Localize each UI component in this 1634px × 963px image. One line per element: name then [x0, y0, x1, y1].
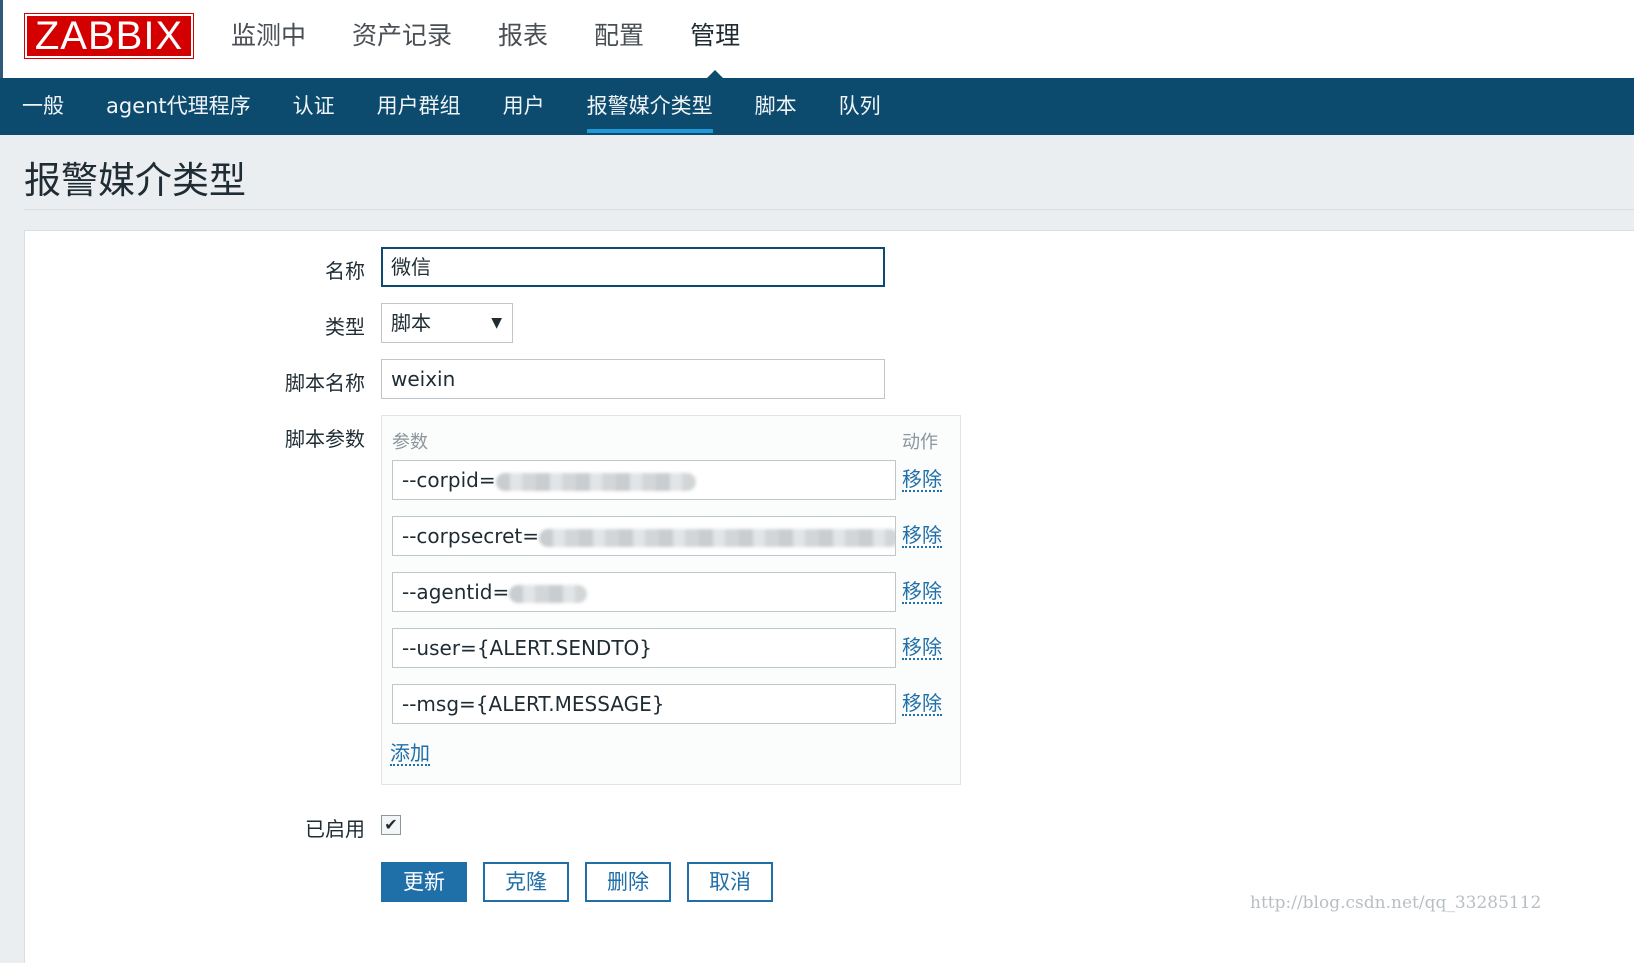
delete-button[interactable]: 删除	[585, 862, 671, 902]
subnav-proxies[interactable]: agent代理程序	[106, 78, 251, 135]
subnav-queue[interactable]: 队列	[839, 78, 881, 135]
subnav-scripts[interactable]: 脚本	[755, 78, 797, 135]
type-select-value: 脚本	[391, 311, 431, 335]
remove-link[interactable]: 移除	[902, 524, 942, 548]
script-name-label: 脚本名称	[285, 371, 365, 395]
checkmark-icon: ✔	[384, 815, 398, 834]
param-input-corpsecret[interactable]: --corpsecret=	[392, 516, 896, 556]
title-divider	[24, 209, 1634, 210]
param-value: --msg={ALERT.MESSAGE}	[402, 692, 665, 716]
page-title: 报警媒介类型	[24, 159, 246, 202]
redacted-value	[509, 584, 588, 603]
top-header: ZABBIX 监测中 资产记录 报表 配置 管理	[0, 0, 1634, 84]
script-params-label: 脚本参数	[285, 427, 365, 451]
remove-link[interactable]: 移除	[902, 580, 942, 604]
script-name-input-value: weixin	[391, 367, 456, 391]
zabbix-logo[interactable]: ZABBIX	[24, 13, 194, 59]
menu-inventory[interactable]: 资产记录	[352, 0, 452, 78]
name-input-value: 微信	[391, 255, 431, 279]
param-input-user[interactable]: --user={ALERT.SENDTO}	[392, 628, 896, 668]
param-input-corpid[interactable]: --corpid=	[392, 460, 896, 500]
dropdown-arrow-icon: ▼	[491, 315, 502, 331]
menu-monitoring[interactable]: 监测中	[231, 0, 306, 78]
param-value: --corpid=	[402, 468, 496, 492]
update-button[interactable]: 更新	[381, 862, 467, 902]
param-value: --agentid=	[402, 580, 510, 604]
media-type-form: 名称 微信 类型 脚本 ▼ 脚本名称 weixin 脚本参数 参数 动作 --c…	[24, 230, 1634, 963]
cancel-button[interactable]: 取消	[687, 862, 773, 902]
menu-reports[interactable]: 报表	[498, 0, 548, 78]
watermark: http://blog.csdn.net/qq_33285112	[1250, 893, 1542, 913]
enabled-checkbox[interactable]: ✔	[381, 815, 401, 835]
enabled-label: 已启用	[305, 817, 365, 841]
action-column-header: 动作	[902, 432, 938, 453]
menu-configuration[interactable]: 配置	[594, 0, 644, 78]
param-input-agentid[interactable]: --agentid=	[392, 572, 896, 612]
type-select[interactable]: 脚本 ▼	[381, 303, 513, 343]
main-menu: 监测中 资产记录 报表 配置 管理	[231, 0, 786, 84]
remove-link[interactable]: 移除	[902, 468, 942, 492]
redacted-value	[495, 472, 696, 491]
subnav-authentication[interactable]: 认证	[293, 78, 335, 135]
params-column-header: 参数	[392, 432, 428, 453]
subnav-general[interactable]: 一般	[22, 78, 64, 135]
remove-link[interactable]: 移除	[902, 692, 942, 716]
subnav-users[interactable]: 用户	[503, 78, 545, 135]
type-label: 类型	[325, 315, 365, 339]
clone-button[interactable]: 克隆	[483, 862, 569, 902]
subnav-user-groups[interactable]: 用户群组	[377, 78, 461, 135]
sub-navigation: 一般 agent代理程序 认证 用户群组 用户 报警媒介类型 脚本 队列	[0, 78, 1634, 135]
param-value: --user={ALERT.SENDTO}	[402, 636, 653, 660]
param-value: --corpsecret=	[402, 524, 539, 548]
add-param-link[interactable]: 添加	[390, 742, 430, 766]
script-name-input[interactable]: weixin	[381, 359, 885, 399]
name-label: 名称	[325, 259, 365, 283]
redacted-value	[539, 528, 895, 547]
subnav-media-types[interactable]: 报警媒介类型	[586, 78, 713, 135]
remove-link[interactable]: 移除	[902, 636, 942, 660]
param-input-msg[interactable]: --msg={ALERT.MESSAGE}	[392, 684, 896, 724]
script-params-table: 参数 动作 --corpid= 移除 --corpsecret= 移除 --ag…	[381, 415, 961, 785]
name-input[interactable]: 微信	[381, 247, 885, 287]
menu-administration[interactable]: 管理	[690, 0, 740, 84]
